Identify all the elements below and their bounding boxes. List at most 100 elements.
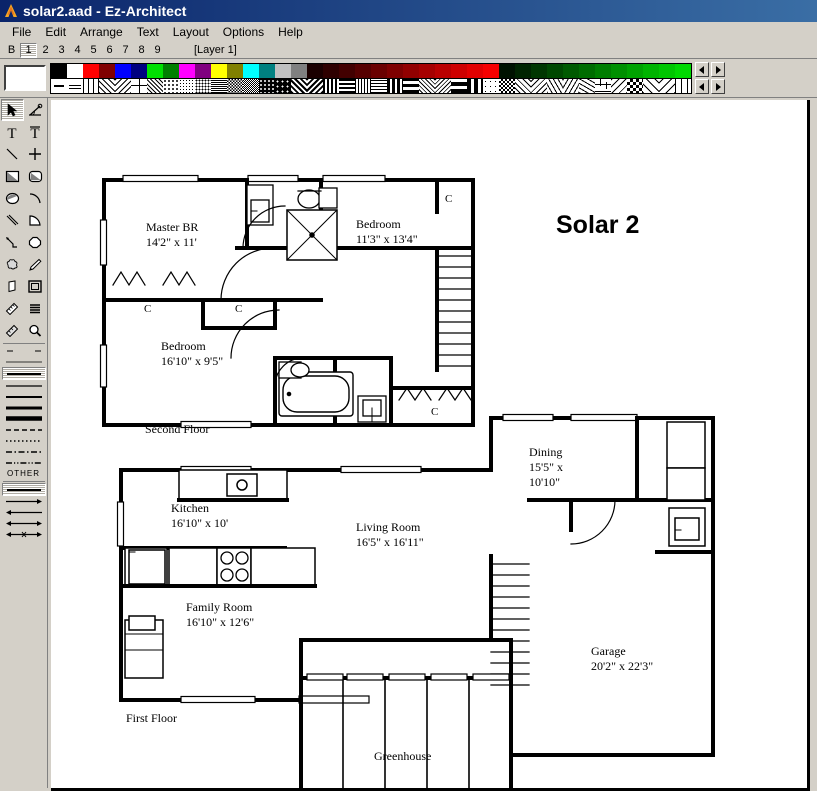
menu-arrange[interactable]: Arrange: [73, 24, 130, 40]
layer-button-1[interactable]: 1: [20, 42, 37, 58]
pattern-swatch-38[interactable]: [659, 78, 675, 93]
text-frame-tool[interactable]: T: [24, 121, 47, 143]
line-weight-medium[interactable]: [3, 391, 45, 402]
arrow-style-none-selected[interactable]: [1, 483, 46, 496]
line-style-dotted[interactable]: [3, 435, 45, 446]
color-swatch-33[interactable]: [579, 63, 595, 78]
pattern-swatch-36[interactable]: [627, 78, 643, 93]
color-swatch-37[interactable]: [643, 63, 659, 78]
color-swatch-17[interactable]: [323, 63, 339, 78]
color-swatch-10[interactable]: [211, 63, 227, 78]
pattern-swatch-6[interactable]: [147, 78, 163, 93]
pattern-swatch-27[interactable]: [483, 78, 499, 93]
pattern-swatch-33[interactable]: [579, 78, 595, 93]
zoom-magnifier-tool[interactable]: [24, 319, 47, 341]
color-swatch-36[interactable]: [627, 63, 643, 78]
pattern-swatch-39[interactable]: [675, 78, 691, 93]
menu-text[interactable]: Text: [130, 24, 166, 40]
color-swatch-1[interactable]: [67, 63, 83, 78]
color-swatch-16[interactable]: [307, 63, 323, 78]
pattern-swatch-28[interactable]: [499, 78, 515, 93]
line-weight-thin[interactable]: [3, 380, 45, 391]
color-swatch-7[interactable]: [163, 63, 179, 78]
frame-select-tool[interactable]: [24, 275, 47, 297]
menu-edit[interactable]: Edit: [38, 24, 73, 40]
pattern-swatch-8[interactable]: [179, 78, 195, 93]
line-weight-hairline[interactable]: [3, 345, 45, 356]
double-line-wall-tool[interactable]: [1, 209, 24, 231]
dimension-angle-tool[interactable]: [24, 99, 47, 121]
pattern-swatch-11[interactable]: [227, 78, 243, 93]
color-swatch-18[interactable]: [339, 63, 355, 78]
pattern-swatch-16[interactable]: [307, 78, 323, 93]
pattern-swatch-7[interactable]: [163, 78, 179, 93]
color-swatch-13[interactable]: [259, 63, 275, 78]
menu-options[interactable]: Options: [216, 24, 271, 40]
arrow-style-start[interactable]: [3, 507, 45, 518]
pattern-swatch-26[interactable]: [467, 78, 483, 93]
line-weight-thick[interactable]: [3, 402, 45, 413]
pattern-swatch-23[interactable]: [419, 78, 435, 93]
arrow-style-end[interactable]: [3, 496, 45, 507]
pattern-swatch-13[interactable]: [259, 78, 275, 93]
pattern-swatch-30[interactable]: [531, 78, 547, 93]
pencil-tool[interactable]: [24, 253, 47, 275]
color-swatch-38[interactable]: [659, 63, 675, 78]
pattern-swatch-35[interactable]: [611, 78, 627, 93]
pattern-swatch-1[interactable]: [67, 78, 83, 93]
canvas-area[interactable]: Solar 2 Master BR 14'2" x 11' Bedroom 11…: [48, 98, 817, 791]
arrow-style-both-marker[interactable]: [3, 529, 45, 540]
select-arrow-tool[interactable]: [0, 99, 24, 121]
arc-tool[interactable]: [24, 187, 47, 209]
pattern-scroll-left-icon[interactable]: [695, 79, 709, 94]
pattern-swatch-19[interactable]: [355, 78, 371, 93]
layer-button-5[interactable]: 5: [86, 44, 101, 57]
pattern-swatch-14[interactable]: [275, 78, 291, 93]
color-scroll-right-icon[interactable]: [711, 62, 725, 77]
pattern-swatch-17[interactable]: [323, 78, 339, 93]
color-swatch-21[interactable]: [387, 63, 403, 78]
ellipse-tool[interactable]: [1, 187, 24, 209]
current-fill-preview[interactable]: [4, 65, 46, 91]
pattern-swatch-21[interactable]: [387, 78, 403, 93]
color-swatch-3[interactable]: [99, 63, 115, 78]
pattern-swatch-31[interactable]: [547, 78, 563, 93]
color-swatch-35[interactable]: [611, 63, 627, 78]
color-swatch-19[interactable]: [355, 63, 371, 78]
pattern-swatch-32[interactable]: [563, 78, 579, 93]
menu-file[interactable]: File: [5, 24, 38, 40]
color-swatch-32[interactable]: [563, 63, 579, 78]
rounded-rectangle-tool[interactable]: [24, 165, 47, 187]
pattern-swatch-18[interactable]: [339, 78, 355, 93]
line-weight-extra-thick[interactable]: [3, 413, 45, 424]
color-swatch-11[interactable]: [227, 63, 243, 78]
drawing-canvas[interactable]: Solar 2 Master BR 14'2" x 11' Bedroom 11…: [51, 100, 810, 791]
pattern-swatch-5[interactable]: [131, 78, 147, 93]
color-swatch-39[interactable]: [675, 63, 691, 78]
color-swatch-20[interactable]: [371, 63, 387, 78]
freehand-cloud-tool[interactable]: [1, 253, 24, 275]
rectangle-tool[interactable]: [1, 165, 24, 187]
color-swatch-8[interactable]: [179, 63, 195, 78]
line-style-dash-dot-dot[interactable]: [3, 457, 45, 468]
color-swatch-9[interactable]: [195, 63, 211, 78]
layer-button-7[interactable]: 7: [118, 44, 133, 57]
color-swatch-34[interactable]: [595, 63, 611, 78]
pattern-swatch-2[interactable]: [83, 78, 99, 93]
color-swatch-29[interactable]: [515, 63, 531, 78]
color-swatch-15[interactable]: [291, 63, 307, 78]
layer-button-2[interactable]: 2: [38, 44, 53, 57]
pattern-swatch-25[interactable]: [451, 78, 467, 93]
line-weight-none[interactable]: [3, 356, 45, 367]
color-swatch-0[interactable]: [51, 63, 67, 78]
polyline-tool[interactable]: [1, 231, 24, 253]
color-swatch-4[interactable]: [115, 63, 131, 78]
pattern-swatch-row[interactable]: [50, 78, 692, 94]
color-swatch-25[interactable]: [451, 63, 467, 78]
pattern-swatch-20[interactable]: [371, 78, 387, 93]
arrow-style-both[interactable]: [3, 518, 45, 529]
color-swatch-12[interactable]: [243, 63, 259, 78]
layers-tool[interactable]: [24, 297, 47, 319]
measure-tool[interactable]: [1, 319, 24, 341]
text-tool[interactable]: T: [1, 121, 24, 143]
